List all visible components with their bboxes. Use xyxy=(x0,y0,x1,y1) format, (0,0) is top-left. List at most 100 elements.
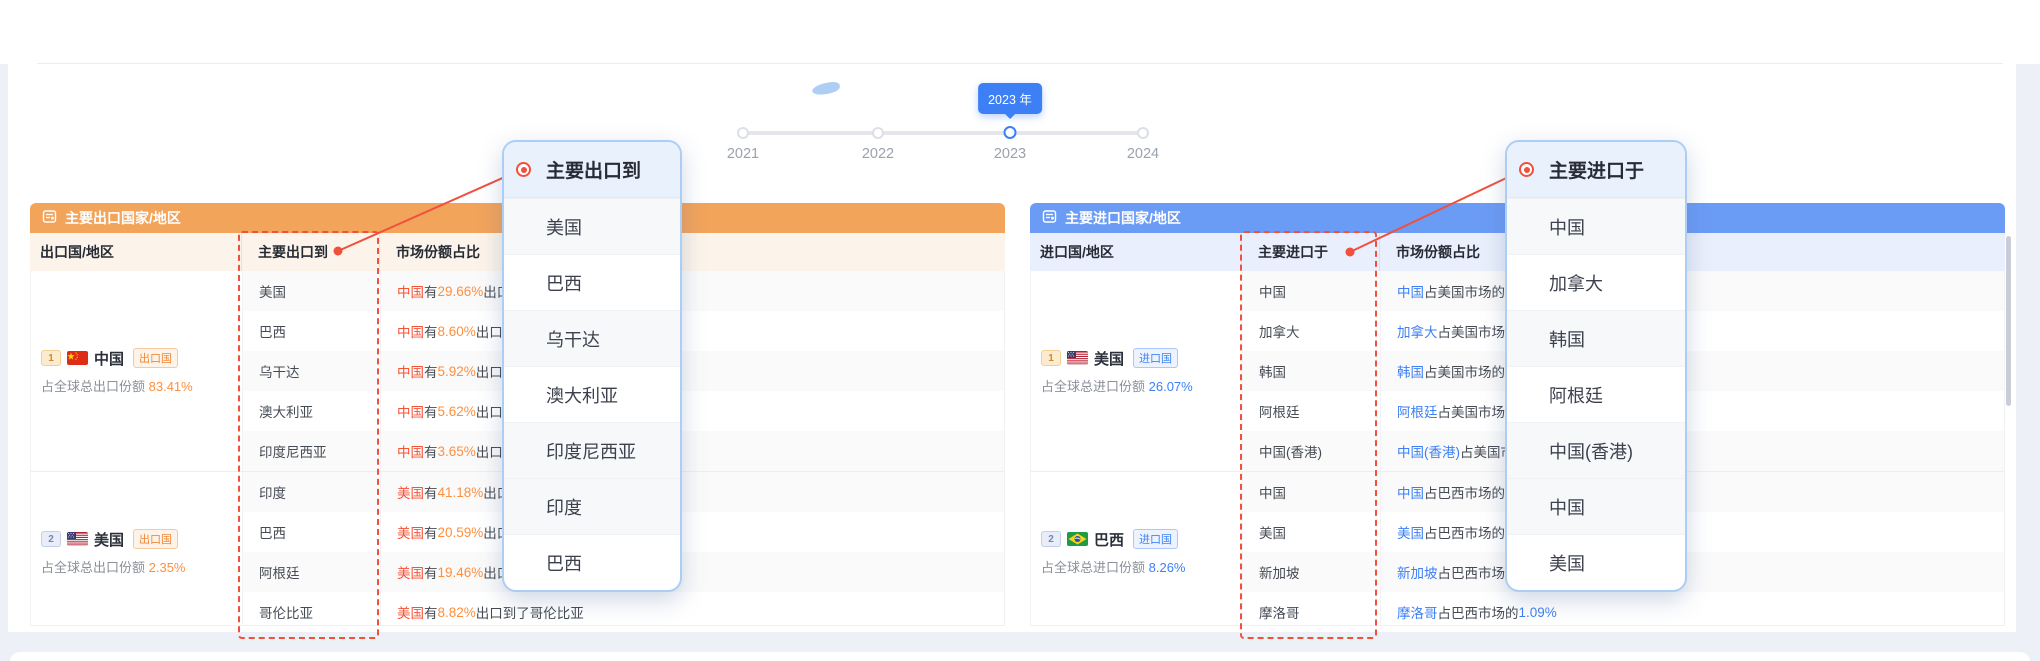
global-share-label: 占全球总出口份额 xyxy=(41,379,149,394)
market-share-cell[interactable]: 美国有 20.59% 出口到了巴西 xyxy=(381,512,1004,552)
market-share-cell[interactable]: 中国有 29.66% 出口到了美国 xyxy=(381,271,1004,311)
callout-item[interactable]: 加拿大 xyxy=(1507,254,1685,310)
market-country: 中国(香港) xyxy=(1397,441,1460,461)
slider-stop-2021[interactable] xyxy=(737,127,749,139)
callout-item[interactable]: 中国(香港) xyxy=(1507,422,1685,478)
report-icon xyxy=(42,209,57,227)
export-destination-cell[interactable]: 乌干达 xyxy=(243,351,381,391)
table-row[interactable]: 哥伦比亚美国有 8.82% 出口到了哥伦比亚 xyxy=(243,592,1004,626)
callout-item[interactable]: 美国 xyxy=(504,198,680,254)
export-destination-cell[interactable]: 印度 xyxy=(243,472,381,512)
market-text: 占巴西市场的 xyxy=(1424,522,1505,542)
export-destination-cell[interactable]: 美国 xyxy=(243,271,381,311)
market-share-cell[interactable]: 美国有 19.46% 出口到了阿根廷 xyxy=(381,552,1004,592)
callout-item[interactable]: 中国 xyxy=(1507,478,1685,534)
market-share-cell[interactable]: 韩国占美国市场的 xyxy=(1381,351,2004,391)
slider-label-2022[interactable]: 2022 xyxy=(862,146,894,162)
export-destination-cell[interactable]: 阿根廷 xyxy=(243,552,381,592)
market-share-cell[interactable]: 加拿大占美国市场的 xyxy=(1381,311,2004,351)
rank-badge: 1 xyxy=(41,350,61,366)
market-country: 中国 xyxy=(397,361,424,381)
market-country: 中国 xyxy=(397,441,424,461)
header-bar xyxy=(0,0,2040,64)
global-share-value: 2.35% xyxy=(149,560,186,575)
callout-item[interactable]: 巴西 xyxy=(504,254,680,310)
callout-item[interactable]: 巴西 xyxy=(504,534,680,590)
slider-stop-2023[interactable] xyxy=(1004,126,1017,139)
market-share-cell[interactable]: 中国占巴西市场的 xyxy=(1381,472,2004,512)
import-source-cell[interactable]: 美国 xyxy=(1243,512,1381,552)
market-text: 有 xyxy=(424,522,438,542)
import-source-cell[interactable]: 中国 xyxy=(1243,271,1381,311)
export-destination-cell[interactable]: 巴西 xyxy=(243,512,381,552)
market-text: 占美国市场的 xyxy=(1424,281,1505,301)
market-share-cell[interactable]: 美国占巴西市场的 xyxy=(1381,512,2004,552)
export-destination-cell[interactable]: 巴西 xyxy=(243,311,381,351)
global-share-label: 占全球总进口份额 xyxy=(1041,560,1149,575)
callout-item[interactable]: 中国 xyxy=(1507,198,1685,254)
market-share-cell[interactable]: 中国有 5.62% 出口到了澳大利亚 xyxy=(381,391,1004,431)
market-country: 美国 xyxy=(397,602,424,622)
market-share-value: 8.82% xyxy=(438,605,476,620)
market-share-cell[interactable]: 中国(香港)占美国市场的 xyxy=(1381,431,2004,471)
country-info-cell[interactable]: 2巴西进口国占全球总进口份额 8.26% xyxy=(1031,472,1243,626)
slider-label-2023[interactable]: 2023 xyxy=(994,146,1026,162)
column-header-country: 进口国/地区 xyxy=(1030,233,1242,271)
import-source-cell[interactable]: 韩国 xyxy=(1243,351,1381,391)
global-share-value: 83.41% xyxy=(149,379,193,394)
callout-title: 主要出口到 xyxy=(546,156,641,183)
country-name: 美国 xyxy=(94,529,124,550)
slider-stop-2024[interactable] xyxy=(1137,127,1149,139)
market-share-cell[interactable]: 阿根廷占美国市场的 xyxy=(1381,391,2004,431)
country-role-tag: 进口国 xyxy=(1133,348,1178,368)
market-share-cell[interactable]: 摩洛哥占巴西市场的 1.09% xyxy=(1381,592,2004,626)
callout-item[interactable]: 乌干达 xyxy=(504,310,680,366)
country-info-cell[interactable]: 1美国进口国占全球总进口份额 26.07% xyxy=(1031,271,1243,471)
callout-item[interactable]: 阿根廷 xyxy=(1507,366,1685,422)
callout-item[interactable]: 澳大利亚 xyxy=(504,366,680,422)
year-slider-track[interactable] xyxy=(743,131,1143,135)
callout-item[interactable]: 印度尼西亚 xyxy=(504,422,680,478)
scrollbar-thumb[interactable] xyxy=(2006,236,2011,406)
export-destination-cell[interactable]: 印度尼西亚 xyxy=(243,431,381,471)
market-country: 中国 xyxy=(1397,281,1424,301)
market-country: 摩洛哥 xyxy=(1397,602,1438,622)
market-share-cell[interactable]: 中国有 3.65% 出口到了印度尼西亚 xyxy=(381,431,1004,471)
market-share-cell[interactable]: 中国占美国市场的 xyxy=(1381,271,2004,311)
global-share-line: 占全球总出口份额 2.35% xyxy=(41,557,242,576)
country-name: 巴西 xyxy=(1094,529,1124,550)
market-country: 加拿大 xyxy=(1397,321,1438,341)
global-share-line: 占全球总出口份额 83.41% xyxy=(41,376,242,395)
market-share-cell[interactable]: 新加坡占巴西市场的 xyxy=(1381,552,2004,592)
table-title: 主要出口国家/地区 xyxy=(65,208,181,228)
market-country: 阿根廷 xyxy=(1397,401,1438,421)
export-destination-cell[interactable]: 哥伦比亚 xyxy=(243,592,381,626)
column-header-market-share: 市场份额占比 xyxy=(1380,233,2005,271)
slider-label-2021[interactable]: 2021 xyxy=(727,146,759,162)
import-source-cell[interactable]: 新加坡 xyxy=(1243,552,1381,592)
country-info-cell[interactable]: 1中国出口国占全球总出口份额 83.41% xyxy=(31,271,243,471)
market-share-cell[interactable]: 美国有 41.18% 出口到了印度 xyxy=(381,472,1004,512)
market-share-cell[interactable]: 中国有 8.60% 出口到了巴西 xyxy=(381,311,1004,351)
import-source-cell[interactable]: 中国(香港) xyxy=(1243,431,1381,471)
country-info-cell[interactable]: 2美国出口国占全球总出口份额 2.35% xyxy=(31,472,243,626)
export-destination-cell[interactable]: 澳大利亚 xyxy=(243,391,381,431)
callout-header: 主要出口到 xyxy=(504,142,680,198)
slider-label-2024[interactable]: 2024 xyxy=(1127,146,1159,162)
import-source-cell[interactable]: 加拿大 xyxy=(1243,311,1381,351)
market-country: 美国 xyxy=(397,562,424,582)
market-share-cell[interactable]: 美国有 8.82% 出口到了哥伦比亚 xyxy=(381,592,1004,626)
callout-item[interactable]: 韩国 xyxy=(1507,310,1685,366)
country-flag-icon xyxy=(1067,530,1088,548)
slider-stop-2022[interactable] xyxy=(872,127,884,139)
country-name: 美国 xyxy=(1094,348,1124,369)
rank-badge: 1 xyxy=(1041,350,1061,366)
table-row[interactable]: 摩洛哥摩洛哥占巴西市场的 1.09% xyxy=(1243,592,2004,626)
market-country: 中国 xyxy=(397,401,424,421)
callout-item[interactable]: 美国 xyxy=(1507,534,1685,590)
market-share-cell[interactable]: 中国有 5.92% 出口到了乌干达 xyxy=(381,351,1004,391)
import-source-cell[interactable]: 阿根廷 xyxy=(1243,391,1381,431)
import-source-cell[interactable]: 摩洛哥 xyxy=(1243,592,1381,626)
import-source-cell[interactable]: 中国 xyxy=(1243,472,1381,512)
callout-item[interactable]: 印度 xyxy=(504,478,680,534)
